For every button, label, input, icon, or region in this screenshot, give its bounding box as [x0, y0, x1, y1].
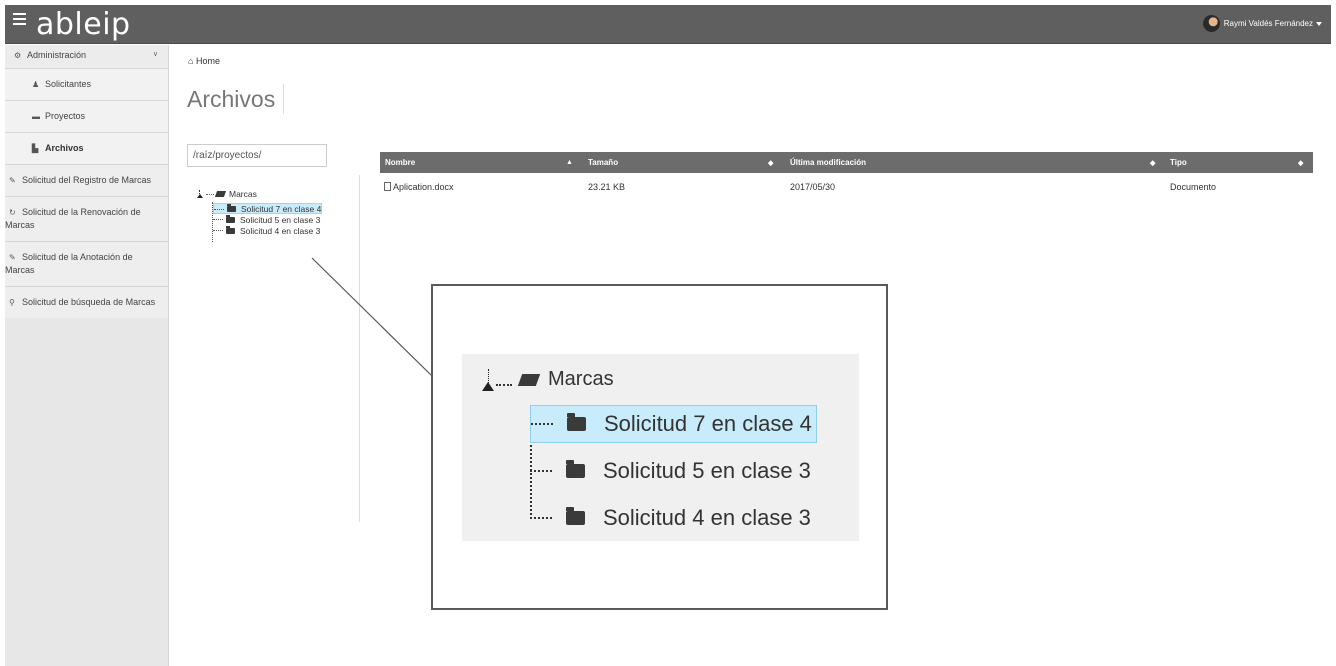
zoom-tree-node-solicitud-4[interactable]: Solicitud 4 en clase 3	[530, 499, 815, 537]
zoom-tree-node-solicitud-7[interactable]: Solicitud 7 en clase 4	[530, 405, 817, 443]
tree-node-label: Solicitud 7 en clase 4	[604, 411, 812, 436]
tree-node-label: Solicitud 5 en clase 3	[603, 458, 811, 483]
folder-open-icon	[517, 373, 541, 386]
folder-icon	[566, 507, 585, 525]
zoom-tree-node-solicitud-5[interactable]: Solicitud 5 en clase 3	[530, 452, 815, 490]
collapse-icon	[482, 368, 494, 391]
tree-node-label: Solicitud 4 en clase 3	[603, 505, 811, 530]
tree-root-label: Marcas	[548, 368, 614, 390]
folder-icon	[567, 413, 586, 431]
app-window: ableip Raymi Valdés Fernández ⚙ Administr…	[0, 0, 1336, 666]
zoom-tree-root-node[interactable]: Marcas	[482, 368, 614, 391]
zoomed-folder-tree: Marcas Solicitud 7 en clase 4 Solicitud …	[462, 354, 859, 541]
folder-icon	[566, 460, 585, 478]
zoom-callout: Marcas Solicitud 7 en clase 4 Solicitud …	[431, 284, 888, 610]
